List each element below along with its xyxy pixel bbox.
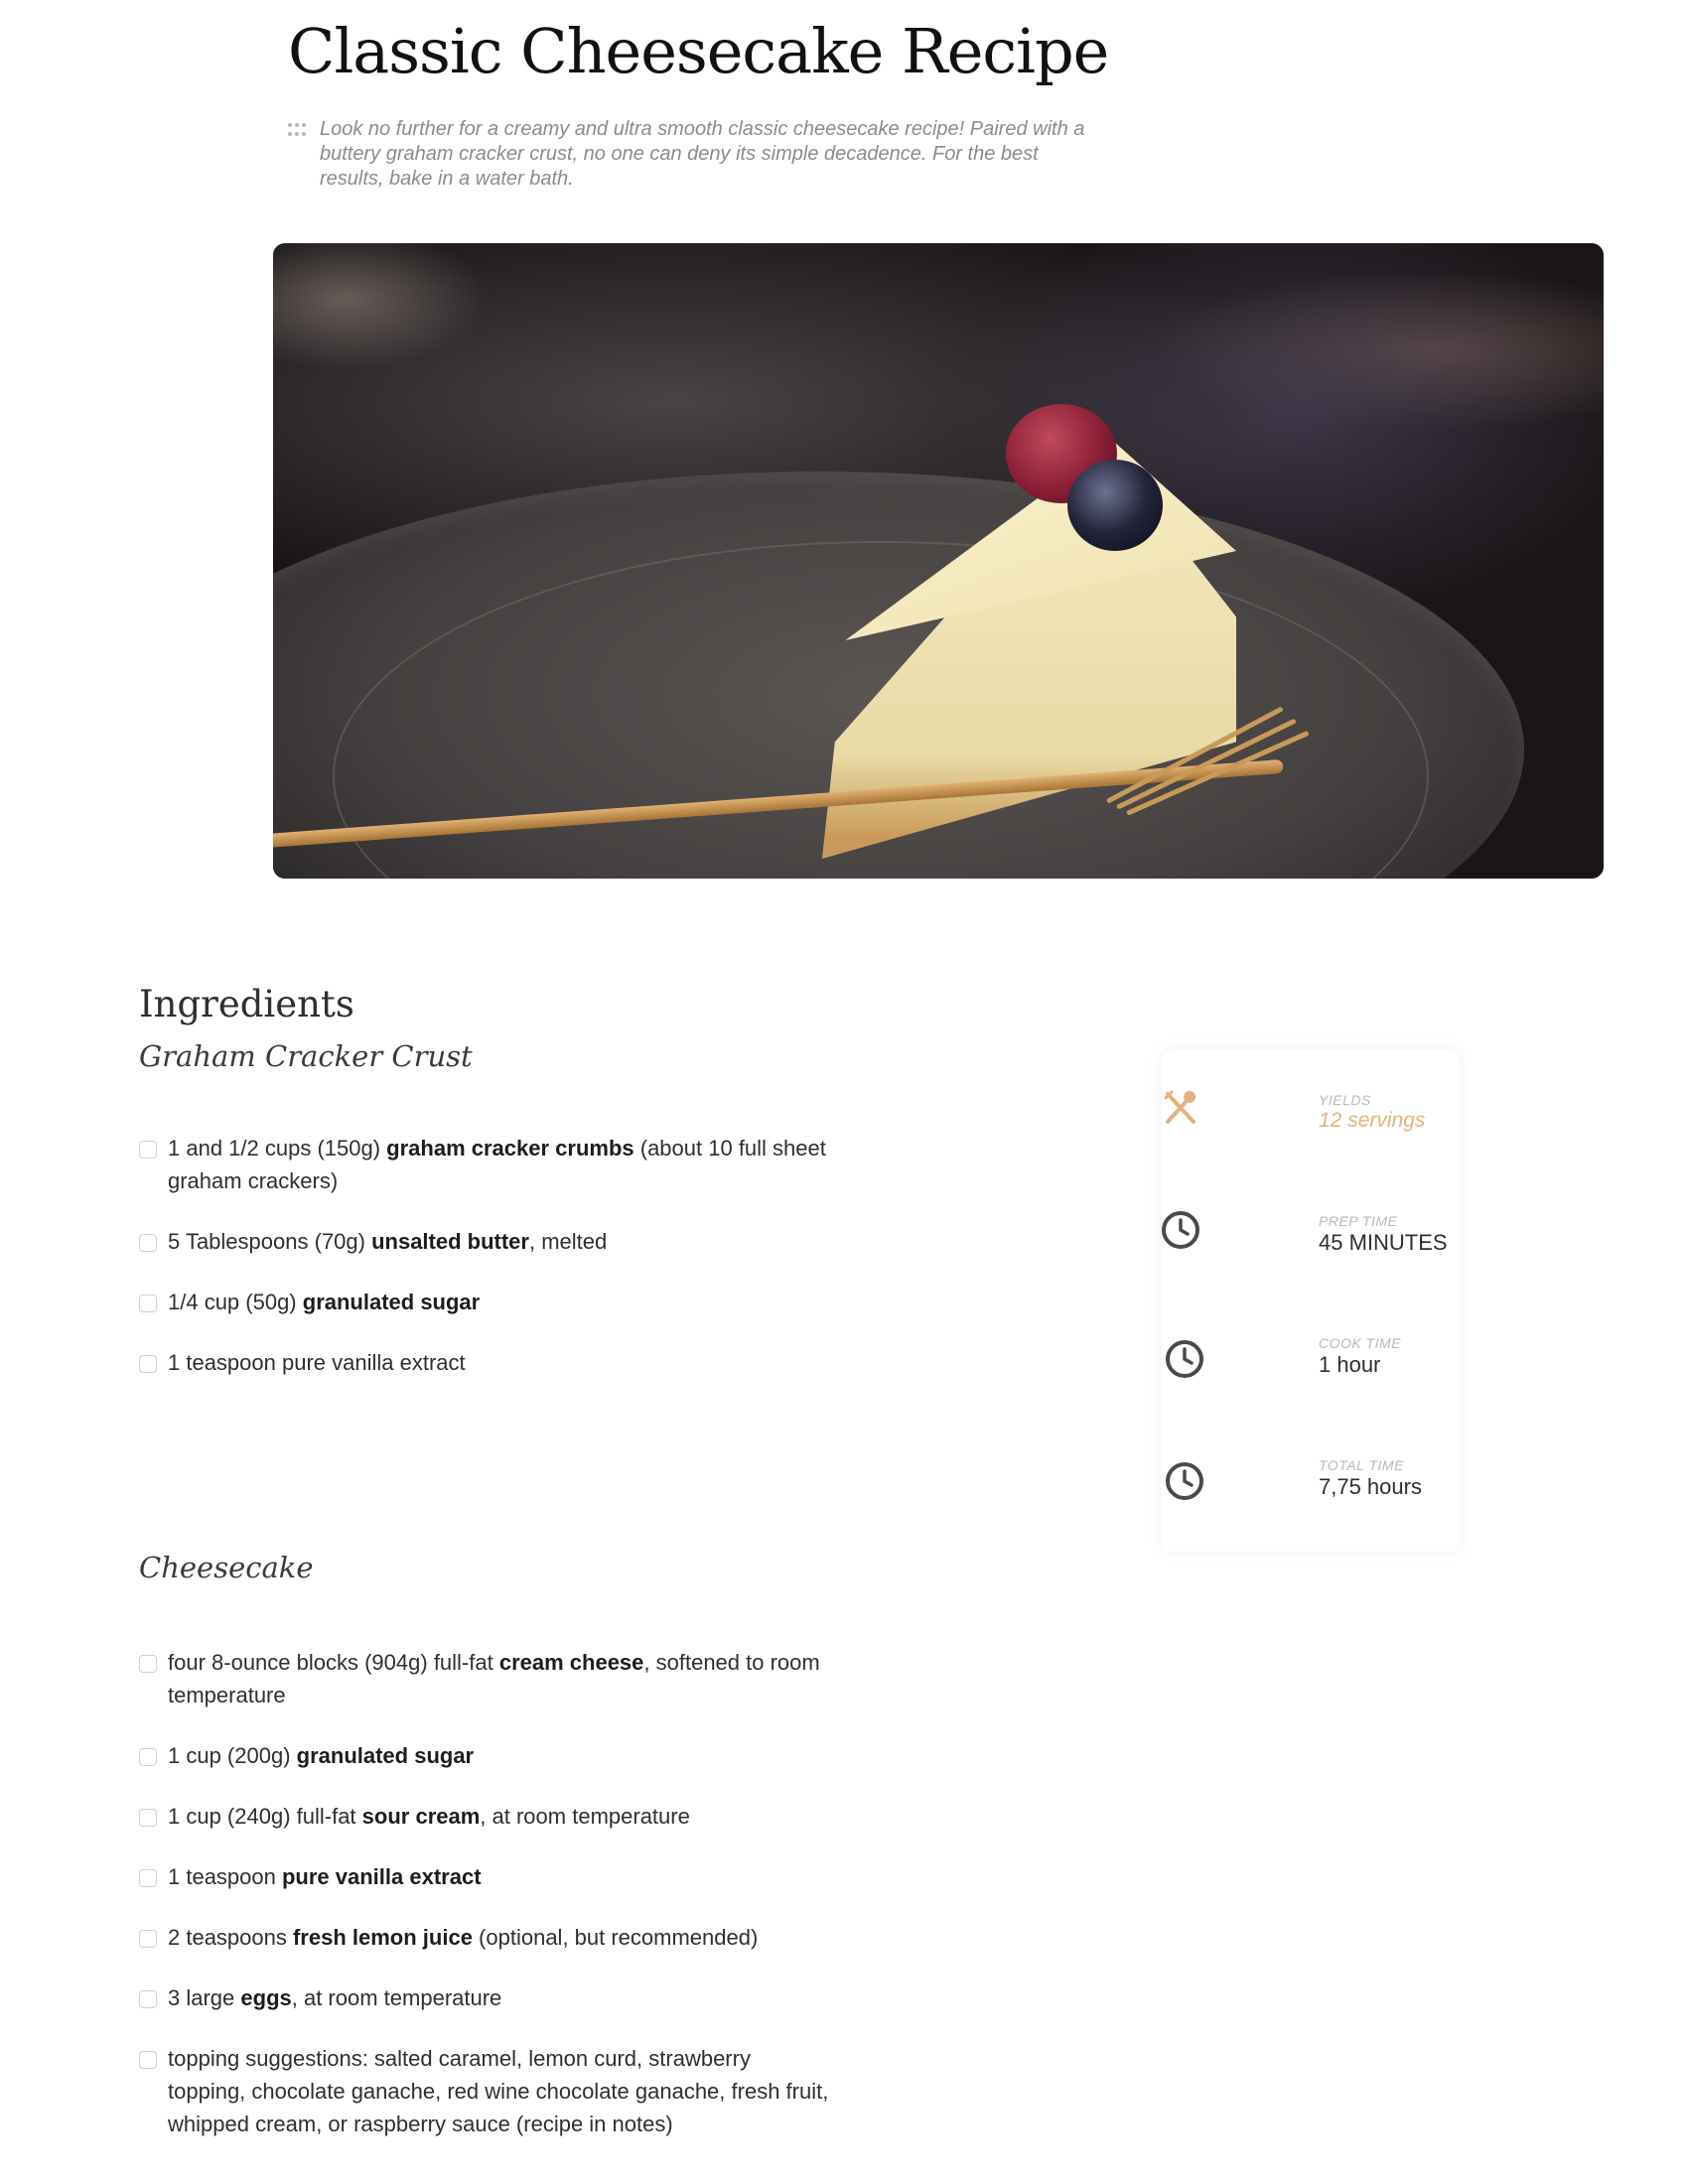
ingredient-checkbox[interactable] <box>139 1655 157 1673</box>
recipe-meta-card: YIELDS 12 servings PREP TIME 45 MINUTES … <box>1162 1050 1460 1552</box>
ingredient-item: four 8-ounce blocks (904g) full-fat crea… <box>139 1646 834 1711</box>
ingredient-checkbox[interactable] <box>139 2051 157 2069</box>
ingredient-item: topping suggestions: salted caramel, lem… <box>139 2042 834 2140</box>
page-title: Classic Cheesecake Recipe <box>288 15 1109 87</box>
meta-cook-time: COOK TIME 1 hour <box>1162 1335 1460 1415</box>
meta-label: YIELDS <box>1319 1092 1371 1108</box>
ingredient-text: 3 large <box>168 1985 241 2010</box>
ingredient-checkbox[interactable] <box>139 1748 157 1766</box>
meta-label: COOK TIME <box>1319 1335 1402 1351</box>
meta-total-time: TOTAL TIME 7,75 hours <box>1162 1457 1460 1537</box>
ingredient-key: cream cheese <box>498 1650 644 1675</box>
ingredient-list-cheesecake: four 8-ounce blocks (904g) full-fat crea… <box>139 1646 834 2168</box>
ingredient-item: 3 large eggs, at room temperature <box>139 1981 834 2014</box>
ingredient-note: , at room temperature <box>291 1985 502 2010</box>
ingredients-heading: Ingredients <box>139 983 354 1025</box>
meta-value: 12 servings <box>1319 1109 1426 1132</box>
meta-value: 7,75 hours <box>1319 1474 1422 1499</box>
ingredient-text: 2 teaspoons <box>168 1925 293 1950</box>
ingredient-item: 1/4 cup (50g) granulated sugar <box>139 1286 834 1318</box>
ingredient-text: topping suggestions: salted caramel, lem… <box>168 2046 829 2136</box>
ingredient-checkbox[interactable] <box>139 1990 157 2008</box>
intro-text: Look no further for a creamy and ultra s… <box>320 118 1085 190</box>
ingredient-key: pure vanilla extract <box>281 1864 482 1889</box>
meta-value: 1 hour <box>1319 1352 1381 1377</box>
ingredient-checkbox[interactable] <box>139 1295 157 1312</box>
ingredient-item: 1 teaspoon pure vanilla extract <box>139 1860 834 1893</box>
ingredient-key: sour cream <box>361 1804 481 1829</box>
ingredient-item: 1 and 1/2 cups (150g) graham cracker cru… <box>139 1132 834 1197</box>
group-heading-crust: Graham Cracker Crust <box>139 1039 473 1073</box>
ingredient-text: 1 and 1/2 cups (150g) <box>168 1136 387 1160</box>
clock-icon <box>1166 1462 1203 1500</box>
ingredient-checkbox[interactable] <box>139 1355 157 1373</box>
meta-value: 45 MINUTES <box>1319 1230 1448 1255</box>
ingredient-key: granulated sugar <box>302 1290 481 1314</box>
ingredient-item: 1 teaspoon pure vanilla extract <box>139 1346 834 1379</box>
group-heading-cheesecake: Cheesecake <box>139 1551 314 1584</box>
ingredient-item: 1 cup (240g) full-fat sour cream, at roo… <box>139 1800 834 1833</box>
meta-label: PREP TIME <box>1319 1213 1398 1229</box>
clock-icon <box>1162 1211 1199 1249</box>
ingredient-item: 5 Tablespoons (70g) unsalted butter, mel… <box>139 1225 834 1258</box>
ingredient-text: 1 cup (200g) <box>168 1743 297 1768</box>
ingredient-text: 1 cup (240g) full-fat <box>168 1804 362 1829</box>
drag-handle-icon[interactable] <box>288 123 308 137</box>
ingredient-item: 2 teaspoons fresh lemon juice (optional,… <box>139 1921 834 1954</box>
intro-block: Look no further for a creamy and ultra s… <box>288 117 1102 192</box>
ingredient-key: unsalted butter <box>371 1229 529 1254</box>
ingredient-key: granulated sugar <box>296 1743 475 1768</box>
ingredient-note: , at room temperature <box>480 1804 690 1829</box>
ingredient-text: 5 Tablespoons (70g) <box>168 1229 372 1254</box>
ingredient-checkbox[interactable] <box>139 1930 157 1948</box>
ingredient-text: 1 teaspoon <box>168 1864 282 1889</box>
ingredient-checkbox[interactable] <box>139 1809 157 1827</box>
hero-image <box>273 243 1604 879</box>
ingredient-checkbox[interactable] <box>139 1141 157 1159</box>
meta-yields: YIELDS 12 servings <box>1162 1090 1460 1171</box>
ingredient-key: eggs <box>240 1985 292 2010</box>
ingredient-text: four 8-ounce blocks (904g) full-fat <box>168 1650 499 1675</box>
ingredient-list-crust: 1 and 1/2 cups (150g) graham cracker cru… <box>139 1132 834 1407</box>
clock-icon <box>1166 1340 1203 1378</box>
ingredient-key: fresh lemon juice <box>292 1925 473 1950</box>
ingredient-checkbox[interactable] <box>139 1869 157 1887</box>
meta-label: TOTAL TIME <box>1319 1457 1404 1473</box>
utensils-icon <box>1164 1090 1196 1124</box>
ingredient-note: , melted <box>528 1229 608 1254</box>
meta-prep-time: PREP TIME 45 MINUTES <box>1162 1211 1460 1293</box>
ingredient-note: (optional, but recommended) <box>472 1925 759 1950</box>
ingredient-checkbox[interactable] <box>139 1234 157 1252</box>
ingredient-key: graham cracker crumbs <box>386 1136 634 1160</box>
ingredient-text: 1/4 cup (50g) <box>168 1290 303 1314</box>
ingredient-item: 1 cup (200g) granulated sugar <box>139 1739 834 1772</box>
ingredient-text: 1 teaspoon pure vanilla extract <box>168 1350 466 1375</box>
